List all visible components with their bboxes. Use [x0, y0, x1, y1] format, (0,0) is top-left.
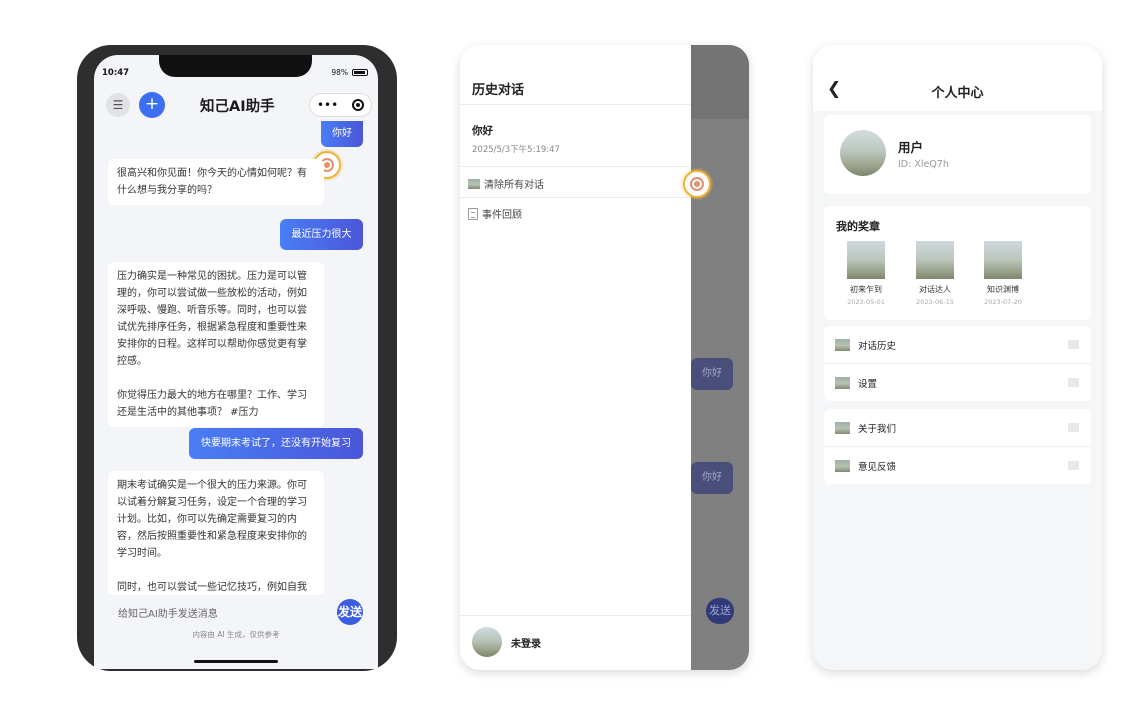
user-card[interactable]: 用户 ID: XleQ7h: [824, 115, 1091, 194]
user-message: 快要期末考试了，还没有开始复习: [189, 428, 363, 459]
history-screen: 历史对话 你好 2025/5/3下午5:19:47 清除所有对话 事件回顾 未登…: [460, 45, 749, 670]
medal-name: 对话达人: [919, 285, 951, 294]
home-indicator: [194, 660, 278, 663]
menu-group-primary: 对话历史 设置: [824, 326, 1091, 401]
medal-item[interactable]: 对话达人 2023-06-15: [905, 241, 965, 306]
divider: [460, 615, 691, 616]
mini-program-capsule: •••: [309, 93, 372, 117]
status-time: 10:47: [102, 68, 130, 78]
medals-card: 我的奖章 初来乍到 2023-05-01 对话达人 2023-06-15 知识渊…: [824, 206, 1091, 320]
medal-image: [847, 241, 885, 279]
ai-disclaimer: 内容由 AI 生成，仅供参考: [192, 630, 280, 639]
more-icon[interactable]: •••: [317, 98, 338, 112]
medal-date: 2023-06-15: [916, 298, 954, 306]
user-message: 最近压力很大: [280, 219, 363, 250]
about-icon: [835, 421, 850, 434]
menu-group-secondary: 关于我们 意见反馈: [824, 409, 1091, 484]
menu-item-label: 关于我们: [858, 423, 897, 435]
medal-image: [916, 241, 954, 279]
medal-item[interactable]: 知识渊博 2023-07-20: [973, 241, 1033, 306]
chat-title: 知己AI助手: [200, 99, 275, 115]
medals-title: 我的奖章: [836, 220, 880, 233]
medal-image: [984, 241, 1022, 279]
divider: [460, 166, 691, 167]
medal-name: 知识渊博: [987, 285, 1019, 294]
event-review-button[interactable]: 事件回顾: [468, 206, 522, 221]
clear-image-icon: [468, 178, 480, 189]
hamburger-icon: ☰: [112, 98, 124, 112]
avatar: [840, 130, 886, 176]
arrow-icon: [1068, 423, 1079, 432]
overlay-send-button: 发送: [706, 598, 734, 624]
settings-icon: [835, 376, 850, 389]
divider: [460, 197, 691, 198]
feedback-icon: [835, 459, 850, 472]
arrow-icon: [1068, 340, 1079, 349]
chat-header: ☰ + 知己AI助手 •••: [94, 89, 378, 125]
ai-message: 压力确实是一种常见的困扰。压力是可以管理的，你可以尝试做一些放松的活动，例如深呼…: [108, 262, 324, 427]
chat-screen: 10:47 98% ☰ + 知己AI助手 ••• 你好 很高兴和你见面！你今天的…: [94, 55, 378, 669]
battery-percent: 98%: [331, 68, 348, 77]
clear-all-button[interactable]: 清除所有对话: [468, 176, 544, 191]
overlay-header: [691, 45, 749, 119]
menu-item-chat-history[interactable]: 对话历史: [824, 326, 1091, 363]
menu-item-label: 意见反馈: [858, 461, 897, 473]
history-item-title: 你好: [472, 125, 493, 137]
drawer-title: 历史对话: [472, 83, 525, 98]
menu-item-feedback[interactable]: 意见反馈: [824, 447, 1091, 484]
divider: [460, 104, 691, 105]
new-chat-button[interactable]: +: [139, 92, 165, 118]
dim-overlay[interactable]: 你好 你好 发送: [691, 45, 749, 670]
history-item-time: 2025/5/3下午5:19:47: [472, 145, 560, 155]
medal-date: 2023-05-01: [847, 298, 885, 306]
menu-item-about[interactable]: 关于我们: [824, 409, 1091, 446]
medal-icon: [690, 177, 704, 191]
status-battery: 98%: [331, 68, 368, 77]
clear-all-label: 清除所有对话: [484, 180, 544, 191]
arrow-icon: [1068, 378, 1079, 387]
medal-name: 初来乍到: [850, 285, 882, 294]
ai-message: 很高兴和你见面！你今天的心情如何呢？有什么想与我分享的吗？: [108, 159, 324, 205]
user-name: 用户: [898, 140, 924, 155]
chat-history-icon: [835, 338, 850, 351]
profile-header: ❮ 个人中心: [813, 45, 1102, 111]
drawer-user[interactable]: 未登录: [472, 627, 541, 657]
history-drawer: 历史对话 你好 2025/5/3下午5:19:47 清除所有对话 事件回顾 未登…: [460, 45, 691, 670]
profile-screen: ❮ 个人中心 用户 ID: XleQ7h 我的奖章 初来乍到 2023-05-0…: [813, 45, 1102, 670]
event-review-label: 事件回顾: [482, 210, 522, 221]
overlay-user-message: 你好: [691, 358, 733, 390]
arrow-icon: [1068, 461, 1079, 470]
battery-icon: [352, 69, 368, 76]
login-status: 未登录: [511, 638, 541, 650]
medal-item[interactable]: 初来乍到 2023-05-01: [836, 241, 896, 306]
menu-item-label: 对话历史: [858, 340, 897, 352]
menu-item-label: 设置: [858, 378, 878, 390]
close-target-icon[interactable]: [352, 99, 365, 111]
ai-message: 期末考试确实是一个很大的压力来源。你可以试着分解复习任务，设定一个合理的学习计划…: [108, 471, 324, 597]
avatar: [472, 627, 502, 657]
overlay-user-message: 你好: [691, 462, 733, 494]
user-id: ID: XleQ7h: [898, 159, 949, 170]
send-button[interactable]: 发送: [337, 599, 363, 625]
user-message: 你好: [321, 121, 363, 147]
medal-badge-button[interactable]: [683, 170, 711, 198]
chat-input-bar: 给知己AI助手发送消息 发送 内容由 AI 生成，仅供参考: [94, 595, 378, 669]
document-icon: [468, 207, 478, 220]
message-input[interactable]: 给知己AI助手发送消息: [118, 605, 218, 620]
menu-button[interactable]: ☰: [106, 93, 130, 117]
menu-item-settings[interactable]: 设置: [824, 364, 1091, 401]
page-title: 个人中心: [931, 86, 984, 101]
medal-date: 2023-07-20: [984, 298, 1022, 306]
phone-notch: [159, 55, 312, 77]
